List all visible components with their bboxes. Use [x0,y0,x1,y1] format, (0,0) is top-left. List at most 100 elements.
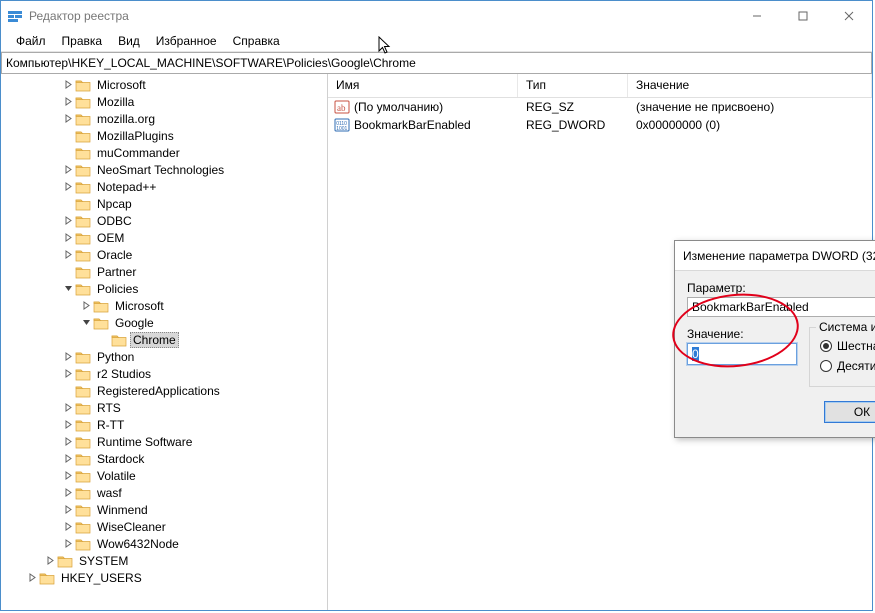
col-name[interactable]: Имя [328,74,518,97]
col-value[interactable]: Значение [628,74,872,97]
tree-item[interactable]: Google [1,314,327,331]
chevron-right-icon[interactable] [61,469,75,483]
value-row[interactable]: ab(По умолчанию)REG_SZ(значение не присв… [328,98,872,116]
chevron-right-icon[interactable] [61,214,75,228]
chevron-right-icon[interactable] [61,350,75,364]
value-name: (По умолчанию) [354,100,443,114]
chevron-right-icon[interactable] [61,367,75,381]
value-row[interactable]: 01101001BookmarkBarEnabledREG_DWORD0x000… [328,116,872,134]
value-data: (значение не присвоено) [628,100,872,114]
tree-item-label: Volatile [94,469,139,483]
chevron-right-icon[interactable] [61,78,75,92]
tree-item-label: MozillaPlugins [94,129,177,143]
chevron-right-icon[interactable] [61,537,75,551]
dialog-title: Изменение параметра DWORD (32 бита) [683,249,875,263]
radio-hex-icon [820,340,832,352]
tree-item[interactable]: RegisteredApplications [1,382,327,399]
folder-icon [39,571,55,585]
close-button[interactable] [826,1,872,31]
tree-item[interactable]: WiseCleaner [1,518,327,535]
tree-item[interactable]: SYSTEM [1,552,327,569]
ok-button[interactable]: ОК [824,401,875,423]
chevron-right-icon[interactable] [43,554,57,568]
tree-item[interactable]: Oracle [1,246,327,263]
tree-item[interactable]: Microsoft [1,297,327,314]
chevron-right-icon[interactable] [61,112,75,126]
tree-item-label: RegisteredApplications [94,384,223,398]
value-name: BookmarkBarEnabled [354,118,471,132]
tree-item[interactable]: muCommander [1,144,327,161]
menu-help[interactable]: Справка [226,32,287,50]
chevron-right-icon[interactable] [61,452,75,466]
tree-item[interactable]: wasf [1,484,327,501]
col-type[interactable]: Тип [518,74,628,97]
tree-item[interactable]: Volatile [1,467,327,484]
tree-item[interactable]: Python [1,348,327,365]
tree-item-label: Wow6432Node [94,537,182,551]
tree-item[interactable]: HKEY_USERS [1,569,327,586]
tree-item-label: Npcap [94,197,135,211]
chevron-right-icon[interactable] [61,418,75,432]
tree-item[interactable]: R-TT [1,416,327,433]
folder-icon [75,503,91,517]
chevron-right-icon[interactable] [25,571,39,585]
tree-item[interactable]: Wow6432Node [1,535,327,552]
menu-favorites[interactable]: Избранное [149,32,224,50]
folder-icon [93,299,109,313]
chevron-right-icon[interactable] [61,503,75,517]
tree-item-label: wasf [94,486,125,500]
tree-item[interactable]: Runtime Software [1,433,327,450]
radio-hex[interactable]: Шестнадцатеричная [820,336,875,356]
folder-icon [75,486,91,500]
tree-item[interactable]: Microsoft [1,76,327,93]
chevron-right-icon[interactable] [61,95,75,109]
tree-item[interactable]: Chrome [1,331,327,348]
tree-item[interactable]: NeoSmart Technologies [1,161,327,178]
menu-view[interactable]: Вид [111,32,147,50]
value-input[interactable] [687,343,797,365]
tree-item[interactable]: Stardock [1,450,327,467]
tree-item[interactable]: OEM [1,229,327,246]
chevron-right-icon[interactable] [61,401,75,415]
chevron-right-icon[interactable] [61,163,75,177]
base-legend: Система исчисления [816,320,875,334]
tree-item-label: RTS [94,401,124,415]
tree-item[interactable]: Policies [1,280,327,297]
chevron-right-icon[interactable] [61,231,75,245]
column-header[interactable]: Имя Тип Значение [328,74,872,98]
tree-item-label: Google [112,316,157,330]
tree-item[interactable]: Partner [1,263,327,280]
menu-file[interactable]: Файл [9,32,53,50]
tree-item[interactable]: mozilla.org [1,110,327,127]
chevron-right-icon[interactable] [61,435,75,449]
folder-icon [75,350,91,364]
tree-item[interactable]: Npcap [1,195,327,212]
menu-edit[interactable]: Правка [55,32,110,50]
chevron-down-icon[interactable] [61,282,75,296]
tree-item[interactable]: r2 Studios [1,365,327,382]
values-pane[interactable]: Имя Тип Значение ab(По умолчанию)REG_SZ(… [328,74,872,610]
folder-icon [75,112,91,126]
chevron-down-icon[interactable] [79,316,93,330]
chevron-right-icon[interactable] [61,248,75,262]
tree-item-label: Notepad++ [94,180,159,194]
tree-item-label: Chrome [130,332,179,348]
tree-item[interactable]: Mozilla [1,93,327,110]
svg-text:1001: 1001 [336,126,347,132]
tree-item[interactable]: RTS [1,399,327,416]
chevron-right-icon[interactable] [61,486,75,500]
tree-item[interactable]: Notepad++ [1,178,327,195]
tree-item[interactable]: Winmend [1,501,327,518]
tree-item[interactable]: MozillaPlugins [1,127,327,144]
maximize-button[interactable] [780,1,826,31]
address-bar[interactable]: Компьютер\HKEY_LOCAL_MACHINE\SOFTWARE\Po… [1,52,872,74]
minimize-button[interactable] [734,1,780,31]
tree-item[interactable]: ODBC [1,212,327,229]
chevron-right-icon[interactable] [61,180,75,194]
chevron-right-icon[interactable] [79,299,93,313]
tree-pane[interactable]: MicrosoftMozillamozilla.orgMozillaPlugin… [1,74,328,610]
tree-spacer [61,265,75,279]
radio-dec[interactable]: Десятичная [820,356,875,376]
value-data: 0x00000000 (0) [628,118,872,132]
chevron-right-icon[interactable] [61,520,75,534]
